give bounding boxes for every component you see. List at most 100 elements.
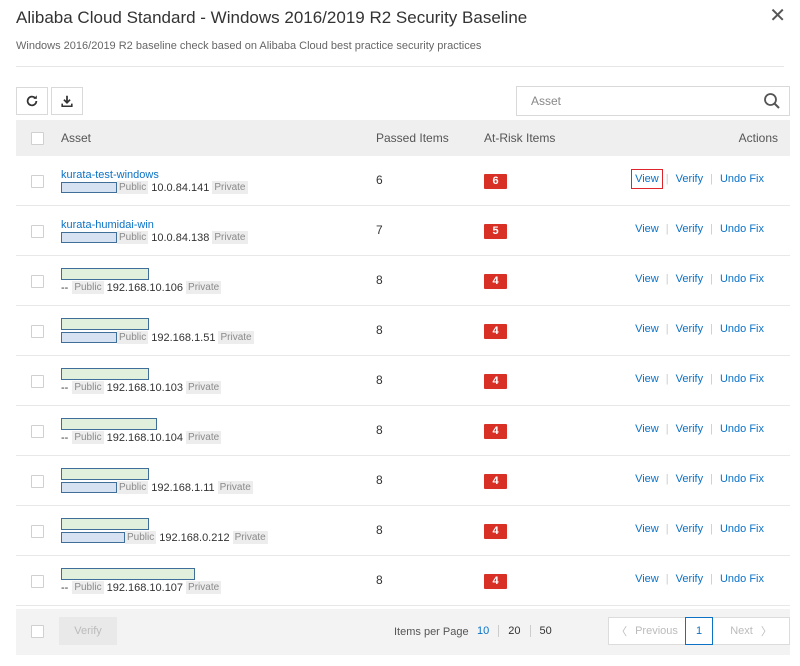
view-link[interactable]: View bbox=[635, 423, 659, 435]
undo-fix-link[interactable]: Undo Fix bbox=[720, 523, 764, 535]
row-checkbox[interactable] bbox=[31, 425, 44, 438]
private-ip: 192.168.10.103 bbox=[106, 381, 184, 394]
separator: | bbox=[665, 423, 669, 435]
separator: | bbox=[710, 373, 713, 385]
verify-link[interactable]: Verify bbox=[676, 473, 704, 485]
search-input[interactable] bbox=[517, 87, 747, 115]
view-link[interactable]: View bbox=[635, 323, 659, 335]
view-link[interactable]: View bbox=[635, 373, 659, 385]
passed-items-count: 8 bbox=[376, 323, 383, 337]
table-row: Public 192.168.0.212 Private 8 4 View | Verify |… bbox=[16, 506, 790, 556]
asset-ip-line: Public 192.168.1.11 Private bbox=[61, 481, 253, 494]
public-tag: Public bbox=[72, 431, 104, 444]
table-footer: Verify Items per Page 10 20 50 〈 Previou… bbox=[16, 609, 790, 655]
asset-ip-line: -- Public 192.168.10.107 Private bbox=[61, 581, 222, 594]
at-risk-badge: 4 bbox=[484, 474, 507, 489]
redacted-asset-name bbox=[61, 268, 149, 280]
redacted-asset-name bbox=[61, 318, 149, 330]
public-ip-empty: -- bbox=[61, 581, 69, 594]
verify-link[interactable]: Verify bbox=[676, 373, 704, 385]
view-link[interactable]: View bbox=[635, 273, 659, 285]
private-tag: Private bbox=[218, 331, 254, 344]
row-checkbox[interactable] bbox=[31, 225, 44, 238]
table-row: kurata-test-windows Public 10.0.84.141 Priv… bbox=[16, 156, 790, 206]
undo-fix-link[interactable]: Undo Fix bbox=[720, 423, 764, 435]
row-checkbox[interactable] bbox=[31, 325, 44, 338]
undo-fix-link[interactable]: Undo Fix bbox=[720, 223, 764, 235]
verify-link[interactable]: Verify bbox=[676, 523, 704, 535]
undo-fix-link[interactable]: Undo Fix bbox=[720, 273, 764, 285]
download-button[interactable] bbox=[51, 87, 83, 115]
items-per-page-label: Items per Page bbox=[394, 626, 469, 638]
redacted-public-ip bbox=[61, 232, 117, 243]
row-checkbox[interactable] bbox=[31, 275, 44, 288]
batch-verify-button[interactable]: Verify bbox=[59, 617, 117, 645]
table-row: -- Public 192.168.10.106 Private 8 4 View | Veri… bbox=[16, 256, 790, 306]
verify-link[interactable]: Verify bbox=[676, 223, 704, 235]
asset-name-link[interactable]: kurata-test-windows bbox=[61, 169, 159, 181]
view-link[interactable]: View bbox=[635, 573, 659, 585]
verify-link[interactable]: Verify bbox=[676, 573, 704, 585]
header-asset: Asset bbox=[61, 131, 92, 145]
row-checkbox[interactable] bbox=[31, 375, 44, 388]
asset-ip-line: Public 10.0.84.141 Private bbox=[61, 181, 248, 194]
private-tag: Private bbox=[232, 531, 268, 544]
row-actions: View | Verify | Undo Fix bbox=[635, 373, 764, 385]
undo-fix-link[interactable]: Undo Fix bbox=[720, 173, 764, 185]
search-icon[interactable] bbox=[763, 92, 781, 110]
private-ip: 192.168.0.212 bbox=[159, 531, 230, 544]
at-risk-badge: 4 bbox=[484, 574, 507, 589]
at-risk-badge: 4 bbox=[484, 424, 507, 439]
redacted-asset-name bbox=[61, 518, 149, 530]
private-tag: Private bbox=[217, 481, 253, 494]
refresh-button[interactable] bbox=[16, 87, 48, 115]
view-link[interactable]: View bbox=[635, 223, 659, 235]
baseline-dialog: Alibaba Cloud Standard - Windows 2016/20… bbox=[0, 0, 800, 666]
undo-fix-link[interactable]: Undo Fix bbox=[720, 473, 764, 485]
page-size-10[interactable]: 10 bbox=[477, 625, 489, 637]
undo-fix-link[interactable]: Undo Fix bbox=[720, 373, 764, 385]
table-row: Public 192.168.1.51 Private 8 4 View | Verify | U… bbox=[16, 306, 790, 356]
asset-ip-line: Public 192.168.1.51 Private bbox=[61, 331, 254, 344]
page-size-20[interactable]: 20 bbox=[508, 625, 520, 637]
previous-page-button[interactable]: 〈 Previous bbox=[608, 617, 686, 645]
row-checkbox[interactable] bbox=[31, 525, 44, 538]
page-size-50[interactable]: 50 bbox=[540, 625, 552, 637]
passed-items-count: 8 bbox=[376, 273, 383, 287]
private-tag: Private bbox=[186, 581, 222, 594]
footer-select-all-checkbox[interactable] bbox=[31, 625, 44, 638]
undo-fix-link[interactable]: Undo Fix bbox=[720, 323, 764, 335]
public-tag: Public bbox=[125, 531, 157, 544]
view-link[interactable]: View bbox=[631, 169, 663, 189]
view-link[interactable]: View bbox=[635, 473, 659, 485]
public-tag: Public bbox=[72, 281, 104, 294]
verify-link[interactable]: Verify bbox=[676, 273, 704, 285]
row-actions: View | Verify | Undo Fix bbox=[635, 473, 764, 485]
private-tag: Private bbox=[186, 281, 222, 294]
divider bbox=[16, 66, 784, 67]
asset-name-link[interactable]: kurata-humidai-win bbox=[61, 219, 154, 231]
row-actions: View | Verify | Undo Fix bbox=[635, 323, 764, 335]
row-checkbox[interactable] bbox=[31, 175, 44, 188]
private-ip: 192.168.10.107 bbox=[106, 581, 184, 594]
passed-items-count: 8 bbox=[376, 473, 383, 487]
page-1-button[interactable]: 1 bbox=[685, 617, 713, 645]
row-checkbox[interactable] bbox=[31, 575, 44, 588]
row-checkbox[interactable] bbox=[31, 475, 44, 488]
verify-link[interactable]: Verify bbox=[676, 323, 704, 335]
next-page-button[interactable]: Next 〉 bbox=[712, 617, 790, 645]
verify-link[interactable]: Verify bbox=[676, 423, 704, 435]
separator: | bbox=[665, 223, 669, 235]
private-tag: Private bbox=[212, 181, 248, 194]
chevron-right-icon: 〉 bbox=[760, 626, 772, 638]
verify-link[interactable]: Verify bbox=[676, 173, 704, 185]
redacted-public-ip bbox=[61, 182, 117, 193]
select-all-checkbox[interactable] bbox=[31, 132, 44, 145]
view-link[interactable]: View bbox=[635, 523, 659, 535]
separator: | bbox=[665, 373, 669, 385]
private-tag: Private bbox=[186, 431, 222, 444]
undo-fix-link[interactable]: Undo Fix bbox=[720, 573, 764, 585]
at-risk-badge: 4 bbox=[484, 374, 507, 389]
close-icon[interactable]: ✕ bbox=[769, 6, 786, 26]
download-icon bbox=[61, 95, 73, 108]
